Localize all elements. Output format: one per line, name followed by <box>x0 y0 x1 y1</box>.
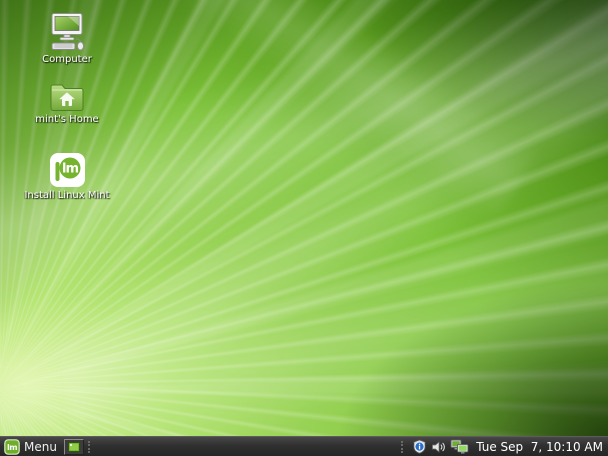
desktop-icon-label: mint's Home <box>35 114 98 125</box>
desktop-icon-label: Install Linux Mint <box>24 190 109 201</box>
network-icon[interactable] <box>450 439 469 454</box>
desktop-icon-computer[interactable]: Computer <box>24 10 110 65</box>
taskbar-panel: lm Menu <box>0 436 608 456</box>
applet-drag-handle[interactable] <box>401 441 407 453</box>
volume-icon[interactable] <box>431 440 446 454</box>
light-streak <box>54 168 608 436</box>
desktop-screen: Computer mint's Home <box>0 0 608 456</box>
computer-icon <box>46 10 88 52</box>
mint-menu-icon: lm <box>4 439 20 455</box>
linuxmint-logo-icon: lm <box>49 150 86 188</box>
menu-button-label: Menu <box>24 440 57 454</box>
desktop-icon-label: Computer <box>42 54 92 65</box>
menu-button[interactable]: lm Menu <box>0 437 62 456</box>
svg-text:lm: lm <box>7 443 17 452</box>
clock[interactable]: Tue Sep 7, 10:10 AM <box>476 440 603 454</box>
system-tray: Tue Sep 7, 10:10 AM <box>400 439 608 454</box>
show-desktop-icon <box>68 442 80 452</box>
svg-text:lm: lm <box>61 162 77 177</box>
show-desktop-button[interactable] <box>64 439 84 455</box>
desktop-icon-home[interactable]: mint's Home <box>24 80 110 125</box>
light-streak <box>0 0 608 436</box>
applet-drag-handle[interactable] <box>88 441 94 453</box>
desktop-icon-install-linux-mint[interactable]: lm Install Linux Mint <box>24 150 110 201</box>
home-folder-icon <box>49 80 85 112</box>
desktop-wallpaper <box>0 0 608 436</box>
update-manager-shield-icon[interactable] <box>412 439 427 454</box>
